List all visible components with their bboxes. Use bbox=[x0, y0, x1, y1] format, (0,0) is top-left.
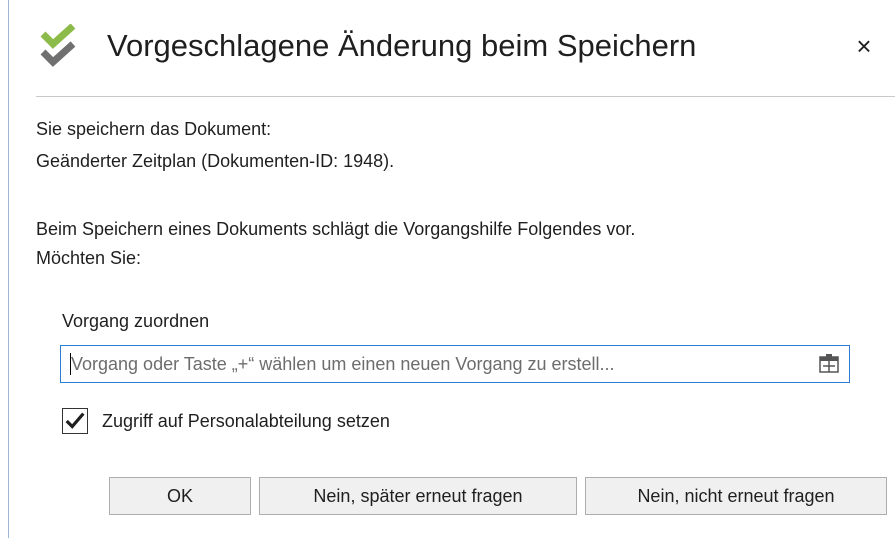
dialog-title: Vorgeschlagene Änderung beim Speichern bbox=[107, 28, 697, 63]
assign-input[interactable] bbox=[71, 346, 801, 382]
title-divider bbox=[36, 96, 895, 97]
access-checkbox[interactable] bbox=[62, 408, 88, 434]
message-line-1: Sie speichern das Dokument: bbox=[36, 119, 272, 139]
assign-input-box bbox=[60, 345, 850, 383]
message-line-4: Möchten Sie: bbox=[36, 248, 142, 268]
access-checkbox-label[interactable]: Zugriff auf Personalabteilung setzen bbox=[102, 408, 390, 434]
close-icon[interactable]: × bbox=[848, 30, 880, 62]
assign-label: Vorgang zuordnen bbox=[62, 311, 210, 331]
checkmark-icon bbox=[65, 412, 85, 429]
message-line-2: Geänderter Zeitplan (Dokumenten-ID: 1948… bbox=[36, 151, 395, 171]
save-suggestion-dialog: Vorgeschlagene Änderung beim Speichern ×… bbox=[8, 0, 895, 538]
ask-later-button[interactable]: Nein, später erneut fragen bbox=[259, 477, 577, 515]
picker-icon[interactable] bbox=[819, 354, 839, 374]
never-ask-button[interactable]: Nein, nicht erneut fragen bbox=[585, 477, 887, 515]
double-checkmark-icon bbox=[40, 24, 76, 67]
message-line-3: Beim Speichern eines Dokuments schlägt d… bbox=[36, 219, 636, 239]
ok-button[interactable]: OK bbox=[109, 477, 251, 515]
title-bar: Vorgeschlagene Änderung beim Speichern × bbox=[9, 0, 895, 96]
